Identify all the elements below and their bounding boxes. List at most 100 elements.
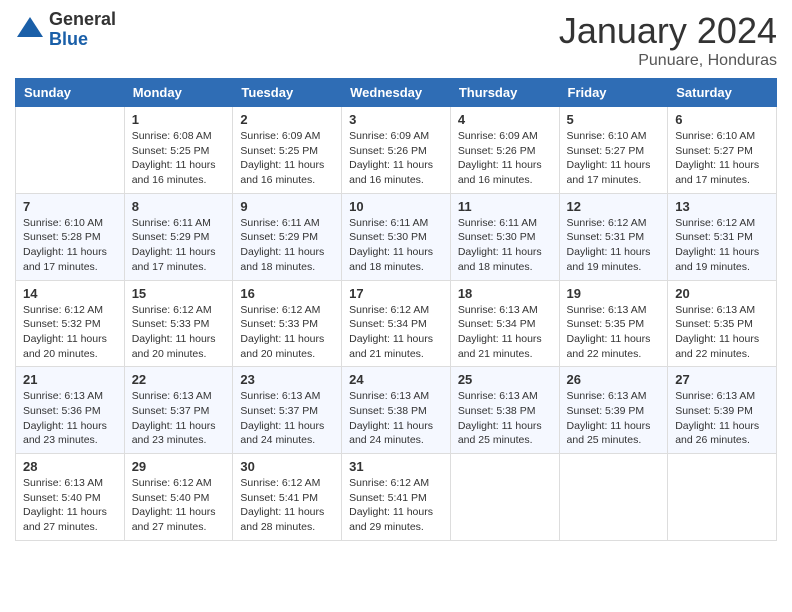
cell-sunset-info: Sunset: 5:26 PM: [458, 144, 552, 159]
cell-sun-info: Sunrise: 6:12 AM: [240, 303, 334, 318]
cell-daylight-info: Daylight: 11 hours and 16 minutes.: [132, 158, 226, 187]
cell-daylight-info: Daylight: 11 hours and 26 minutes.: [675, 419, 769, 448]
cell-sun-info: Sunrise: 6:09 AM: [349, 129, 443, 144]
cell-sun-info: Sunrise: 6:13 AM: [675, 389, 769, 404]
day-number: 20: [675, 286, 769, 301]
calendar-week-row: 28Sunrise: 6:13 AMSunset: 5:40 PMDayligh…: [16, 454, 777, 541]
location-subtitle: Punuare, Honduras: [559, 52, 777, 70]
calendar-cell: 19Sunrise: 6:13 AMSunset: 5:35 PMDayligh…: [559, 280, 668, 367]
cell-daylight-info: Daylight: 11 hours and 21 minutes.: [349, 332, 443, 361]
cell-sunset-info: Sunset: 5:41 PM: [349, 491, 443, 506]
cell-daylight-info: Daylight: 11 hours and 22 minutes.: [567, 332, 661, 361]
cell-sun-info: Sunrise: 6:10 AM: [675, 129, 769, 144]
day-number: 15: [132, 286, 226, 301]
calendar-cell: 11 Sunrise: 6:11 AMSunset: 5:30 PMDayligh…: [450, 193, 559, 280]
cell-sunset-info: Sunset: 5:30 PM: [458, 230, 552, 245]
cell-sun-info: Sunrise: 6:13 AM: [458, 303, 552, 318]
cell-sun-info: Sunrise: 6:12 AM: [567, 216, 661, 231]
calendar-cell: 8Sunrise: 6:11 AMSunset: 5:29 PMDaylight…: [124, 193, 233, 280]
calendar-cell: 31Sunrise: 6:12 AMSunset: 5:41 PMDayligh…: [342, 454, 451, 541]
day-number: 29: [132, 459, 226, 474]
day-number: 18: [458, 286, 552, 301]
calendar-cell: [450, 454, 559, 541]
calendar-cell: 9Sunrise: 6:11 AMSunset: 5:29 PMDaylight…: [233, 193, 342, 280]
cell-daylight-info: Daylight: 11 hours and 23 minutes.: [23, 419, 117, 448]
cell-daylight-info: Daylight: 11 hours and 25 minutes.: [567, 419, 661, 448]
cell-daylight-info: Daylight: 11 hours and 20 minutes.: [240, 332, 334, 361]
cell-sun-info: Sunrise: 6:10 AM: [23, 216, 117, 231]
cell-sunset-info: Sunset: 5:35 PM: [675, 317, 769, 332]
cell-sunset-info: Sunset: 5:31 PM: [675, 230, 769, 245]
cell-daylight-info: Daylight: 11 hours and 28 minutes.: [240, 505, 334, 534]
cell-sun-info: Sunrise: 6:13 AM: [567, 389, 661, 404]
cell-daylight-info: Daylight: 11 hours and 27 minutes.: [132, 505, 226, 534]
cell-sun-info: Sunrise: 6:13 AM: [675, 303, 769, 318]
cell-sunset-info: Sunset: 5:27 PM: [567, 144, 661, 159]
calendar-cell: 10Sunrise: 6:11 AMSunset: 5:30 PMDayligh…: [342, 193, 451, 280]
calendar-cell: 29 Sunrise: 6:12 AMSunset: 5:40 PMDayligh…: [124, 454, 233, 541]
logo-general: General: [49, 10, 116, 30]
cell-sunset-info: Sunset: 5:35 PM: [567, 317, 661, 332]
header-day: Tuesday: [233, 79, 342, 107]
calendar-week-row: 1Sunrise: 6:08 AMSunset: 5:25 PMDaylight…: [16, 107, 777, 194]
cell-sunset-info: Sunset: 5:40 PM: [132, 491, 226, 506]
cell-sun-info: Sunrise: 6:11 AM: [458, 216, 552, 231]
calendar-cell: 23Sunrise: 6:13 AMSunset: 5:37 PMDayligh…: [233, 367, 342, 454]
calendar-week-row: 14Sunrise: 6:12 AMSunset: 5:32 PMDayligh…: [16, 280, 777, 367]
day-number: 11: [458, 199, 552, 214]
calendar-cell: 15Sunrise: 6:12 AMSunset: 5:33 PMDayligh…: [124, 280, 233, 367]
calendar-cell: 5Sunrise: 6:10 AMSunset: 5:27 PMDaylight…: [559, 107, 668, 194]
cell-sunset-info: Sunset: 5:28 PM: [23, 230, 117, 245]
logo-blue: Blue: [49, 30, 116, 50]
day-number: 8: [132, 199, 226, 214]
calendar-cell: 26Sunrise: 6:13 AMSunset: 5:39 PMDayligh…: [559, 367, 668, 454]
calendar-cell: [668, 454, 777, 541]
day-number: 27: [675, 372, 769, 387]
cell-sunset-info: Sunset: 5:27 PM: [675, 144, 769, 159]
cell-sunset-info: Sunset: 5:40 PM: [23, 491, 117, 506]
calendar-cell: 18 Sunrise: 6:13 AMSunset: 5:34 PMDayligh…: [450, 280, 559, 367]
cell-sun-info: Sunrise: 6:11 AM: [132, 216, 226, 231]
header-day: Saturday: [668, 79, 777, 107]
cell-daylight-info: Daylight: 11 hours and 22 minutes.: [675, 332, 769, 361]
cell-sunset-info: Sunset: 5:31 PM: [567, 230, 661, 245]
cell-sun-info: Sunrise: 6:13 AM: [458, 389, 552, 404]
day-number: 23: [240, 372, 334, 387]
day-number: 5: [567, 112, 661, 127]
day-number: 31: [349, 459, 443, 474]
cell-daylight-info: Daylight: 11 hours and 17 minutes.: [567, 158, 661, 187]
header-day: Thursday: [450, 79, 559, 107]
cell-daylight-info: Daylight: 11 hours and 19 minutes.: [567, 245, 661, 274]
cell-sun-info: Sunrise: 6:13 AM: [23, 389, 117, 404]
cell-daylight-info: Daylight: 11 hours and 16 minutes.: [349, 158, 443, 187]
cell-sunset-info: Sunset: 5:34 PM: [458, 317, 552, 332]
cell-sun-info: Sunrise: 6:12 AM: [132, 303, 226, 318]
calendar-cell: 12Sunrise: 6:12 AMSunset: 5:31 PMDayligh…: [559, 193, 668, 280]
calendar-cell: 21Sunrise: 6:13 AMSunset: 5:36 PMDayligh…: [16, 367, 125, 454]
cell-sunset-info: Sunset: 5:25 PM: [132, 144, 226, 159]
cell-daylight-info: Daylight: 11 hours and 20 minutes.: [23, 332, 117, 361]
cell-sun-info: Sunrise: 6:12 AM: [132, 476, 226, 491]
cell-sun-info: Sunrise: 6:13 AM: [23, 476, 117, 491]
day-number: 30: [240, 459, 334, 474]
day-number: 3: [349, 112, 443, 127]
cell-daylight-info: Daylight: 11 hours and 18 minutes.: [458, 245, 552, 274]
cell-daylight-info: Daylight: 11 hours and 21 minutes.: [458, 332, 552, 361]
logo: General Blue: [15, 10, 116, 50]
cell-sun-info: Sunrise: 6:09 AM: [240, 129, 334, 144]
day-number: 13: [675, 199, 769, 214]
header-row: SundayMondayTuesdayWednesdayThursdayFrid…: [16, 79, 777, 107]
logo-text: General Blue: [49, 10, 116, 50]
cell-daylight-info: Daylight: 11 hours and 23 minutes.: [132, 419, 226, 448]
calendar-cell: 1Sunrise: 6:08 AMSunset: 5:25 PMDaylight…: [124, 107, 233, 194]
cell-sun-info: Sunrise: 6:12 AM: [349, 303, 443, 318]
cell-sun-info: Sunrise: 6:11 AM: [240, 216, 334, 231]
cell-sunset-info: Sunset: 5:41 PM: [240, 491, 334, 506]
cell-sun-info: Sunrise: 6:08 AM: [132, 129, 226, 144]
cell-sunset-info: Sunset: 5:33 PM: [240, 317, 334, 332]
day-number: 6: [675, 112, 769, 127]
calendar-cell: 17Sunrise: 6:12 AMSunset: 5:34 PMDayligh…: [342, 280, 451, 367]
cell-sunset-info: Sunset: 5:37 PM: [132, 404, 226, 419]
cell-daylight-info: Daylight: 11 hours and 25 minutes.: [458, 419, 552, 448]
day-number: 10: [349, 199, 443, 214]
